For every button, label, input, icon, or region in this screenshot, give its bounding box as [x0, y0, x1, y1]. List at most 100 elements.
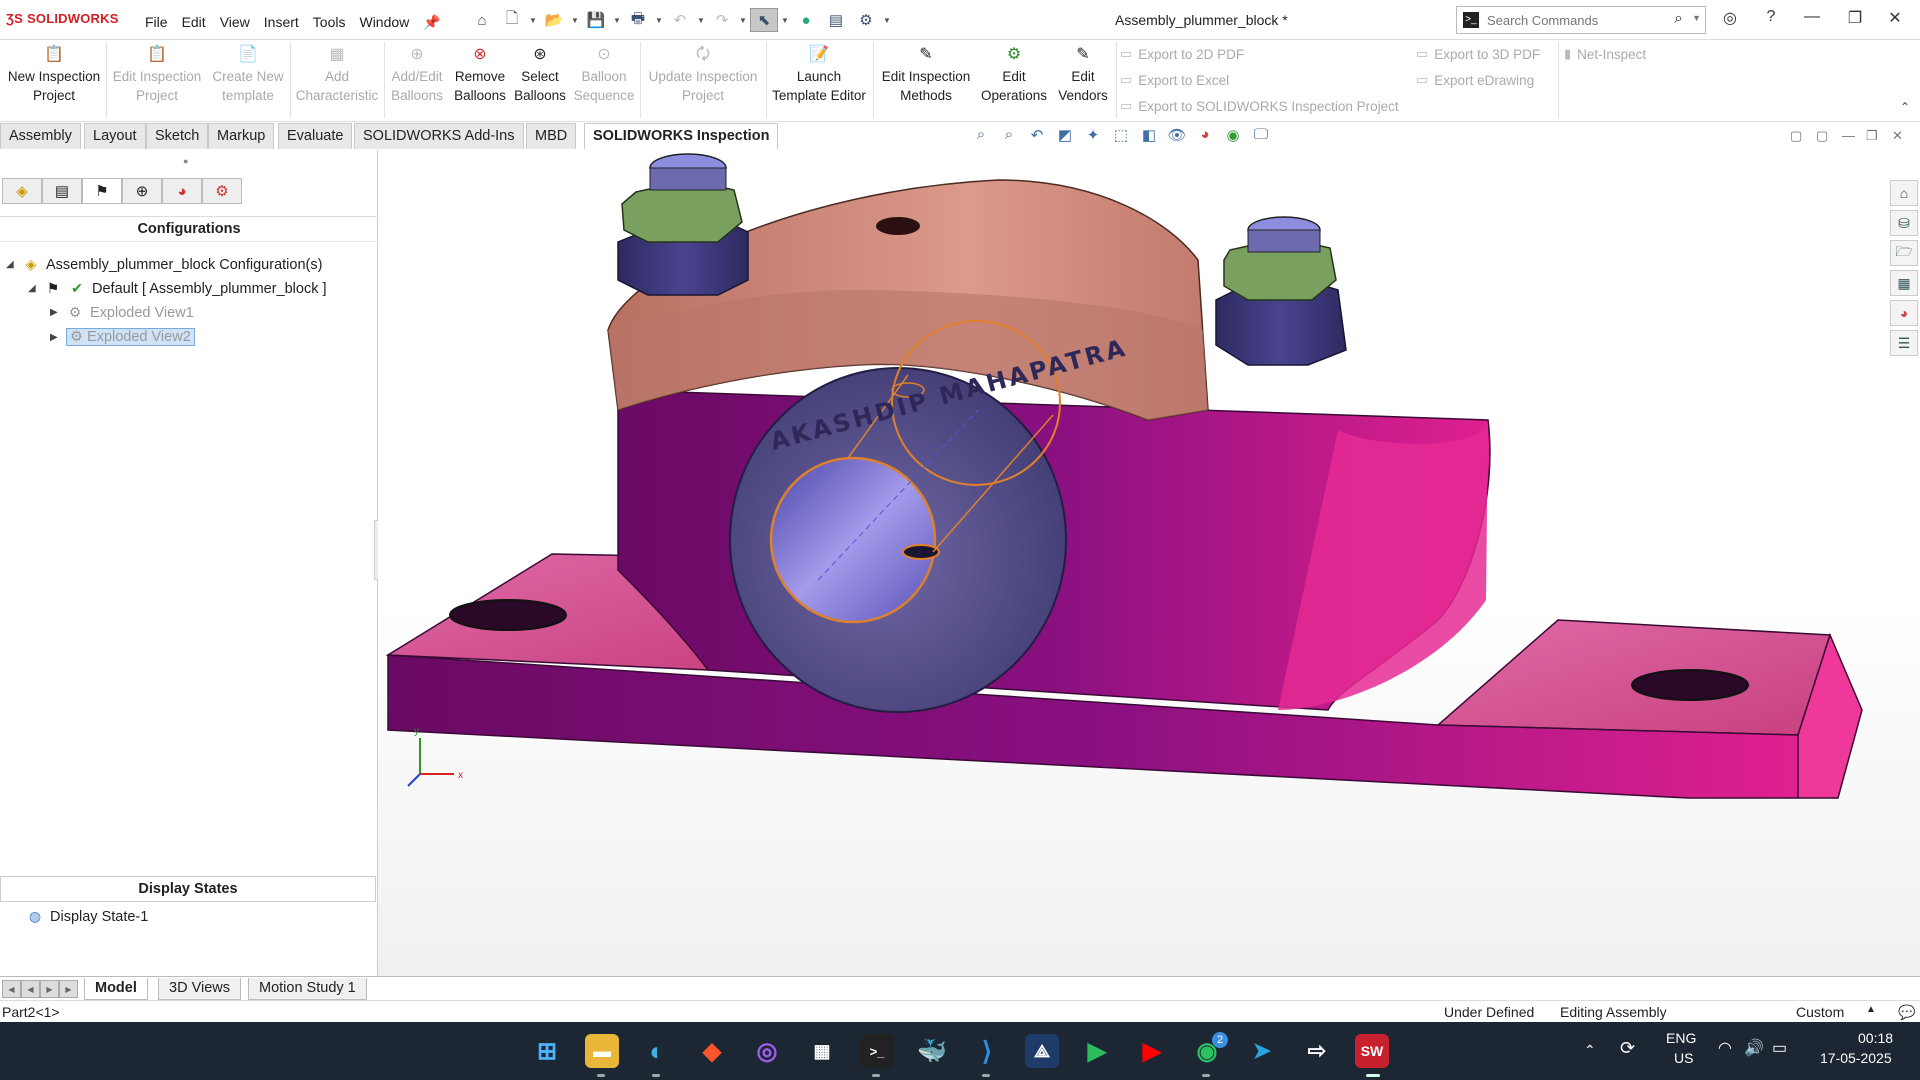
chevron-down-icon[interactable]: ◢ [28, 283, 38, 294]
collapse-ribbon-icon[interactable]: ⌃ [1900, 100, 1910, 114]
tab-3d-views[interactable]: 3D Views [158, 978, 241, 1000]
chevron-down-icon[interactable]: ▼ [570, 8, 580, 32]
export-excel-button[interactable]: ▭ Export to Excel [1120, 72, 1229, 88]
tab-evaluate[interactable]: Evaluate [278, 123, 353, 149]
edit-inspection-project-button[interactable]: 📋 Edit Inspection Project [108, 45, 206, 105]
file-explorer-icon[interactable]: 🗁 [1890, 240, 1918, 266]
panel-grip[interactable]: ● [183, 156, 188, 166]
edge-browser-icon[interactable]: ◐ [640, 1034, 674, 1068]
pin-icon[interactable]: 📌 [416, 12, 447, 33]
export-3d-pdf-button[interactable]: ▭ Export to 3D PDF [1416, 46, 1540, 62]
view-palette-icon[interactable]: ▦ [1890, 270, 1918, 296]
sync-icon[interactable]: ⟳ [1620, 1038, 1635, 1059]
export-inspection-project-button[interactable]: ▭ Export to SOLIDWORKS Inspection Project [1120, 98, 1399, 114]
feature-manager-tab-icon[interactable]: ◈ [2, 178, 42, 204]
clock-time[interactable]: 00:18 [1858, 1030, 1893, 1046]
dimxpert-tab-icon[interactable]: ⊕ [122, 178, 162, 204]
add-edit-balloons-button[interactable]: ⊕ Add/Edit Balloons [386, 45, 448, 105]
prev-tab-icon[interactable]: ◀ [21, 980, 40, 998]
export-edrawing-button[interactable]: ▭ Export eDrawing [1416, 72, 1534, 88]
chevron-down-icon[interactable]: ▼ [612, 8, 622, 32]
dynamic-annotation-icon[interactable]: ✦ [1082, 126, 1104, 144]
chevron-down-icon[interactable]: ▼ [882, 8, 892, 32]
tab-layout[interactable]: Layout [84, 123, 146, 149]
chevron-down-icon[interactable]: ▼ [654, 8, 664, 32]
tab-solidworks-inspection[interactable]: SOLIDWORKS Inspection [584, 123, 779, 149]
youtube-icon[interactable]: ▶ [1135, 1034, 1169, 1068]
clock-date[interactable]: 17-05-2025 [1820, 1050, 1892, 1066]
minimize-icon[interactable]: — [1797, 8, 1827, 26]
print-icon[interactable]: 🖶 [624, 8, 652, 32]
solidworks-taskbar-icon[interactable]: SW [1355, 1034, 1389, 1068]
menu-window[interactable]: Window [352, 12, 416, 33]
chevron-right-icon[interactable]: ▶ [50, 307, 60, 318]
launch-template-editor-button[interactable]: 📝 Launch Template Editor [768, 45, 870, 105]
appearances-icon[interactable]: ◕ [1890, 300, 1918, 326]
inspection-tab-icon[interactable]: ⚙ [202, 178, 242, 204]
tab-markup[interactable]: Markup [208, 123, 275, 149]
search-commands-input[interactable]: >_ Search Commands ⌕ ▼ [1456, 6, 1706, 34]
menu-view[interactable]: View [213, 12, 257, 33]
design-library-icon[interactable]: ⛁ [1890, 210, 1918, 236]
menu-insert[interactable]: Insert [257, 12, 306, 33]
vscode-icon[interactable]: ⟩ [970, 1034, 1004, 1068]
undo-icon[interactable]: ↶ [666, 8, 694, 32]
oil-hole[interactable] [876, 217, 920, 235]
telegram-icon[interactable]: ➤ [1245, 1034, 1279, 1068]
edit-inspection-methods-button[interactable]: ✎ Edit Inspection Methods [876, 45, 976, 105]
select-balloons-button[interactable]: ⊛ Select Balloons [512, 45, 568, 105]
add-characteristic-button[interactable]: ▦ Add Characteristic [292, 45, 382, 105]
tor-browser-icon[interactable]: ◎ [750, 1034, 784, 1068]
language-primary[interactable]: ENG [1666, 1030, 1696, 1046]
help-icon[interactable]: ? [1756, 8, 1786, 26]
save-icon[interactable]: 💾 [582, 8, 610, 32]
home-icon[interactable]: ⌂ [468, 8, 496, 32]
solidworks-logo[interactable]: ƷS SOLIDWORKS [6, 11, 119, 26]
chevron-down-icon[interactable]: ▼ [780, 8, 790, 32]
tree-exploded-view-1[interactable]: ▶ ⚙ Exploded View1 [50, 304, 194, 321]
microsoft-store-icon[interactable]: ▦ [805, 1034, 839, 1068]
meet-icon[interactable]: ▶ [1080, 1034, 1114, 1068]
restore-icon[interactable]: ❐ [1840, 8, 1870, 28]
viewport-restore-icon[interactable]: ❐ [1866, 128, 1878, 144]
brave-browser-icon[interactable]: ◆ [695, 1034, 729, 1068]
traffic-light-icon[interactable]: ● [792, 8, 820, 32]
solidworks-resources-icon[interactable]: ⌂ [1890, 180, 1918, 206]
chevron-down-icon[interactable]: ▼ [738, 8, 748, 32]
power-automate-icon[interactable]: ⇨ [1300, 1034, 1334, 1068]
file-properties-icon[interactable]: ▤ [822, 8, 850, 32]
windows-start-icon[interactable]: ⊞ [530, 1034, 564, 1068]
battery-icon[interactable]: ▭ [1772, 1038, 1787, 1058]
chevron-down-icon[interactable]: ▼ [1692, 13, 1701, 23]
tab-model[interactable]: Model [84, 978, 148, 1000]
wifi-icon[interactable]: ◠ [1718, 1038, 1732, 1058]
menu-tools[interactable]: Tools [306, 12, 353, 33]
tab-sketch[interactable]: Sketch [146, 123, 209, 149]
matlab-icon[interactable]: ⟁ [1025, 1034, 1059, 1068]
update-inspection-project-button[interactable]: 🗘 Update Inspection Project [644, 45, 762, 105]
tab-motion-study-1[interactable]: Motion Study 1 [248, 978, 367, 1000]
menu-edit[interactable]: Edit [175, 12, 213, 33]
file-explorer-icon[interactable]: ▬ [585, 1034, 619, 1068]
tooltip-icon[interactable]: 💬 [1898, 1004, 1915, 1021]
mount-slot-right[interactable] [1631, 669, 1749, 701]
graphics-area[interactable]: AKASHDIP MAHAPATRA x y [378, 150, 1920, 976]
configuration-manager-tab-icon[interactable]: ⚑ [82, 178, 122, 204]
export-2d-pdf-button[interactable]: ▭ Export to 2D PDF [1120, 46, 1244, 62]
create-new-template-button[interactable]: 📄 Create New template [208, 45, 288, 105]
new-inspection-project-button[interactable]: 📋 New Inspection Project [6, 45, 102, 105]
previous-view-icon[interactable]: ↶ [1026, 126, 1048, 144]
tab-mbd[interactable]: MBD [526, 123, 577, 149]
chevron-down-icon[interactable]: ▼ [528, 8, 538, 32]
account-icon[interactable]: ◎ [1715, 8, 1745, 28]
options-gear-icon[interactable]: ⚙ [852, 8, 880, 32]
show-hidden-icons[interactable]: ⌃ [1584, 1042, 1596, 1059]
section-view-icon[interactable]: ◩ [1054, 126, 1076, 144]
open-folder-icon[interactable]: 📂 [540, 8, 568, 32]
viewport-minimize-icon[interactable]: — [1842, 128, 1855, 143]
zoom-to-area-icon[interactable]: ⌕ [998, 126, 1020, 144]
remove-balloons-button[interactable]: ⊗ Remove Balloons [450, 45, 510, 105]
edit-vendors-button[interactable]: ✎ Edit Vendors [1052, 45, 1114, 105]
tab-solidworks-add-ins[interactable]: SOLIDWORKS Add-Ins [354, 123, 524, 149]
next-tab-icon[interactable]: ▶ [40, 980, 59, 998]
